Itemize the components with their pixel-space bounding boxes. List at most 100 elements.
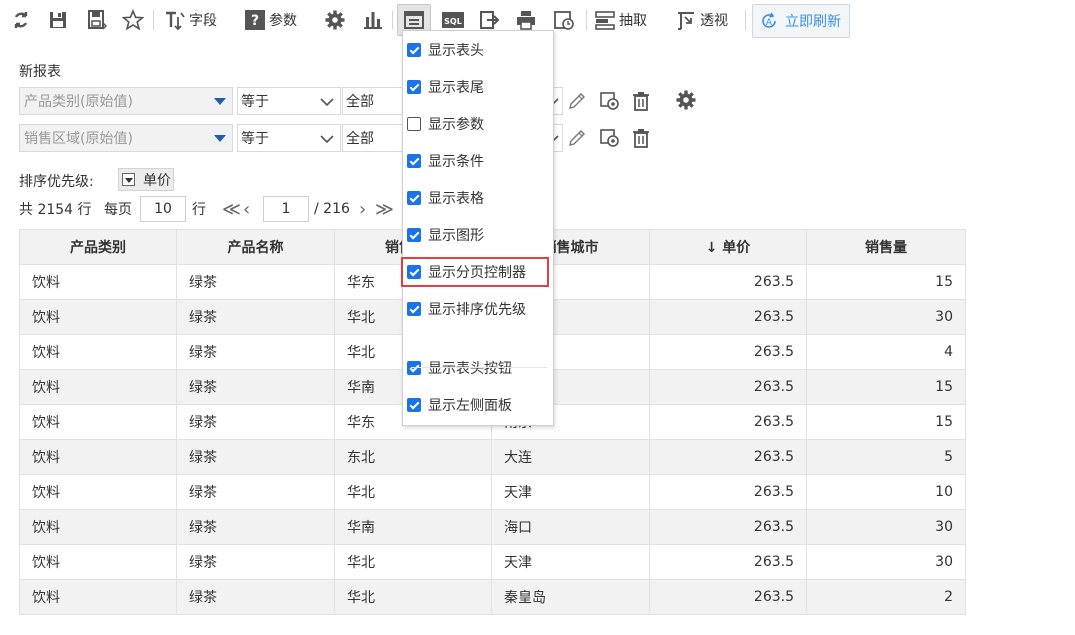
- table-cell: 263.5: [649, 474, 807, 510]
- table-cell: 绿茶: [176, 509, 335, 545]
- condition-field-label: 产品类别(原始值): [24, 94, 133, 110]
- prev-page-icon[interactable]: ‹: [243, 196, 250, 222]
- table-row: 饮料 绿茶 东北 大连 263.5 5: [19, 439, 966, 475]
- chart-icon[interactable]: [362, 6, 384, 34]
- table-cell: 5: [806, 439, 966, 475]
- table-cell: 华南: [334, 509, 492, 545]
- gear-icon[interactable]: [675, 89, 697, 111]
- table-cell: 绿茶: [176, 264, 335, 300]
- condition-field-select[interactable]: 产品类别(原始值): [19, 87, 233, 115]
- table-cell: 华北: [334, 544, 492, 580]
- edit-icon[interactable]: [566, 90, 588, 112]
- menu-item[interactable]: 显示左侧面板: [403, 390, 553, 420]
- menu-item-label: 显示左侧面板: [428, 398, 512, 414]
- menu-item[interactable]: 显示参数: [403, 109, 553, 139]
- rows-suffix: 行: [192, 202, 206, 218]
- field-icon: [166, 11, 185, 31]
- condition-value-select[interactable]: 全部: [342, 124, 404, 152]
- first-page-icon[interactable]: ≪: [222, 196, 241, 222]
- gear-icon[interactable]: [324, 6, 346, 34]
- column-header[interactable]: 销售量: [806, 229, 966, 265]
- last-page-icon[interactable]: ≫: [375, 196, 394, 222]
- schedule-icon[interactable]: [553, 6, 575, 34]
- delete-icon[interactable]: [630, 127, 652, 149]
- save-as-icon[interactable]: [85, 6, 107, 34]
- table-cell: 饮料: [19, 404, 177, 440]
- toolbar-divider: [392, 10, 393, 30]
- chevron-down-icon: [320, 135, 334, 144]
- edit-icon[interactable]: [566, 127, 588, 149]
- table-cell: 绿茶: [176, 439, 335, 475]
- field-button[interactable]: 字段: [164, 6, 217, 34]
- table-cell: 263.5: [649, 299, 807, 335]
- table-row: 饮料 绿茶 华北 天津 263.5 10: [19, 474, 966, 510]
- refresh-now-button[interactable]: A 立即刷新: [752, 4, 850, 38]
- pivot-button[interactable]: 透视: [675, 6, 728, 34]
- star-icon[interactable]: [122, 6, 144, 34]
- condition-field-select[interactable]: 销售区域(原始值): [19, 124, 233, 152]
- checkbox-checked-icon[interactable]: [407, 398, 421, 412]
- table-cell: 15: [806, 264, 966, 300]
- menu-item[interactable]: 显示表头按钮: [403, 353, 553, 383]
- sort-chip[interactable]: 单价: [118, 168, 174, 191]
- extract-label: 抽取: [619, 13, 647, 29]
- table-cell: 263.5: [649, 264, 807, 300]
- table-cell: 绿茶: [176, 369, 335, 405]
- menu-item[interactable]: 显示表头: [403, 35, 553, 65]
- table-cell: 华北: [334, 579, 492, 615]
- table-cell: 263.5: [649, 334, 807, 370]
- condition-operator-select[interactable]: 等于: [237, 87, 341, 115]
- table-cell: 饮料: [19, 474, 177, 510]
- page-input[interactable]: 1: [263, 196, 309, 222]
- condition-settings-icon[interactable]: [599, 127, 621, 149]
- menu-item[interactable]: 显示条件: [403, 146, 553, 176]
- menu-item[interactable]: 显示表格: [403, 183, 553, 213]
- menu-divider: [411, 367, 547, 368]
- condition-value-dropdown[interactable]: [547, 124, 563, 152]
- checkbox-checked-icon[interactable]: [407, 191, 421, 205]
- menu-item[interactable]: 显示排序优先级: [403, 294, 553, 324]
- condition-value-dropdown[interactable]: [547, 87, 563, 115]
- condition-operator-select[interactable]: 等于: [237, 124, 341, 152]
- checkbox-checked-icon[interactable]: [407, 228, 421, 242]
- table-row: 饮料 绿茶 华北 天津 263.5 30: [19, 544, 966, 580]
- toolbar-divider: [586, 10, 587, 30]
- menu-item[interactable]: 显示表尾: [403, 72, 553, 102]
- table-cell: 饮料: [19, 544, 177, 580]
- checkbox-checked-icon[interactable]: [407, 361, 421, 375]
- menu-item-label: 显示参数: [428, 117, 484, 133]
- condition-value-select[interactable]: 全部: [342, 87, 404, 115]
- menu-item[interactable]: 显示图形: [403, 220, 553, 250]
- save-icon[interactable]: [47, 6, 69, 34]
- column-header[interactable]: 产品名称: [176, 229, 335, 265]
- question-icon: ?: [245, 10, 265, 30]
- param-label: 参数: [269, 13, 297, 29]
- checkbox-checked-icon[interactable]: [407, 302, 421, 316]
- auto-refresh-icon: A: [762, 12, 776, 28]
- sort-dropdown-icon[interactable]: [122, 173, 135, 186]
- table-cell: 绿茶: [176, 579, 335, 615]
- checkbox-checked-icon[interactable]: [407, 80, 421, 94]
- refresh-icon[interactable]: [10, 6, 32, 34]
- extract-button[interactable]: 抽取: [594, 6, 647, 34]
- display-settings-menu: 显示表头显示表尾显示参数显示条件显示表格显示图形显示分页控制器 显示排序优先级显示…: [401, 30, 554, 426]
- menu-item-label: 显示表头按钮: [428, 361, 512, 377]
- menu-item[interactable]: 显示分页控制器: [401, 257, 549, 287]
- delete-icon[interactable]: [630, 90, 652, 112]
- checkbox-checked-icon[interactable]: [407, 265, 421, 279]
- checkbox-unchecked-icon[interactable]: [407, 117, 421, 131]
- column-header[interactable]: 产品类别: [19, 229, 177, 265]
- table-cell: 绿茶: [176, 334, 335, 370]
- next-page-icon[interactable]: ›: [359, 196, 366, 222]
- per-page-input[interactable]: 10: [140, 196, 186, 222]
- table-cell: 饮料: [19, 579, 177, 615]
- checkbox-checked-icon[interactable]: [407, 154, 421, 168]
- condition-settings-icon[interactable]: [599, 90, 621, 112]
- table-cell: 263.5: [649, 544, 807, 580]
- field-label: 字段: [189, 13, 217, 29]
- column-header-sorted[interactable]: ↓ 单价: [649, 229, 807, 265]
- table-cell: 4: [806, 334, 966, 370]
- param-button[interactable]: ? 参数: [244, 6, 297, 34]
- checkbox-checked-icon[interactable]: [407, 43, 421, 57]
- svg-text:A: A: [766, 18, 773, 28]
